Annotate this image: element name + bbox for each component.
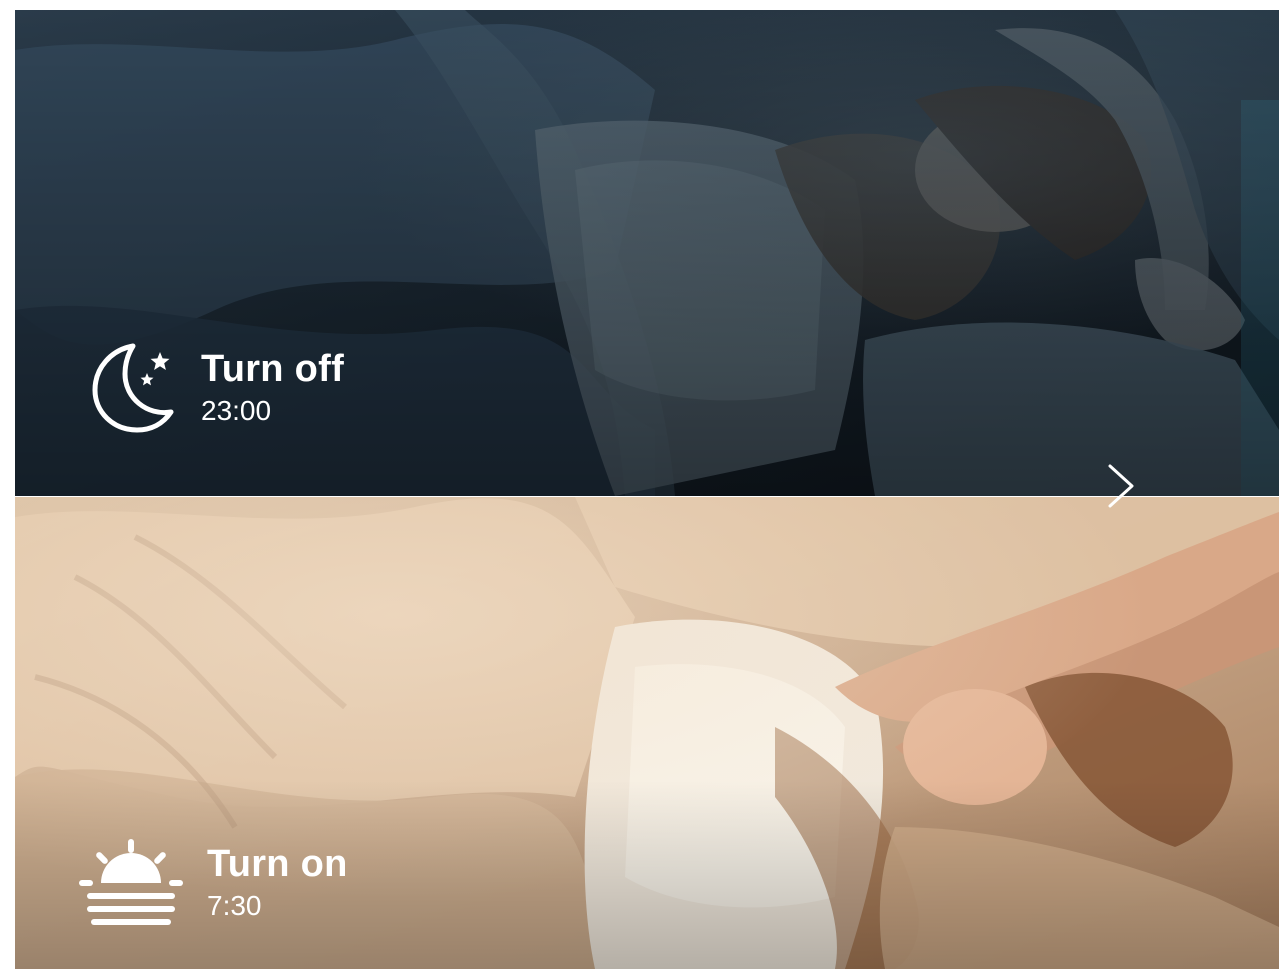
turn-on-text: Turn on 7:30 (207, 842, 348, 924)
turn-on-title: Turn on (207, 843, 348, 885)
schedule-frame: Turn off 23:00 Turn on 7:30 (15, 10, 1279, 969)
night-panel[interactable]: Turn off 23:00 (15, 10, 1279, 496)
sunrise-icon (79, 839, 183, 925)
moon-stars-icon (92, 343, 174, 433)
turn-off-title: Turn off (201, 348, 345, 390)
turn-on-time: 7:30 (207, 890, 262, 921)
turn-off-time: 23:00 (201, 395, 272, 426)
turn-off-text: Turn off 23:00 (201, 347, 344, 429)
turn-off-schedule[interactable]: Turn off 23:00 (85, 340, 344, 436)
chevron-right-icon[interactable] (1100, 460, 1140, 512)
turn-on-schedule[interactable]: Turn on 7:30 (77, 835, 348, 931)
